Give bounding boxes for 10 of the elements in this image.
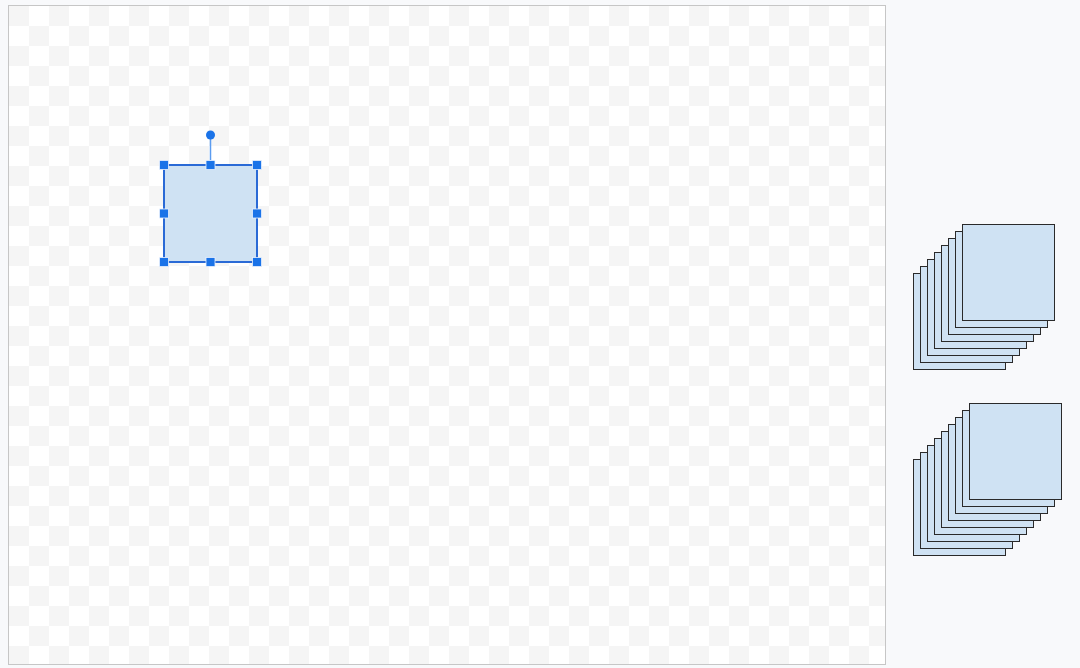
- resize-handle[interactable]: [159, 208, 169, 219]
- rotate-handle[interactable]: [206, 130, 215, 161]
- resize-handle[interactable]: [252, 160, 262, 170]
- resize-handle[interactable]: [252, 257, 262, 267]
- resize-handle[interactable]: [159, 160, 169, 170]
- resize-handle[interactable]: [205, 160, 216, 170]
- resize-handle[interactable]: [159, 257, 169, 267]
- square-shape[interactable]: [163, 164, 258, 263]
- resize-handle[interactable]: [252, 208, 262, 219]
- resize-handle[interactable]: [205, 257, 216, 267]
